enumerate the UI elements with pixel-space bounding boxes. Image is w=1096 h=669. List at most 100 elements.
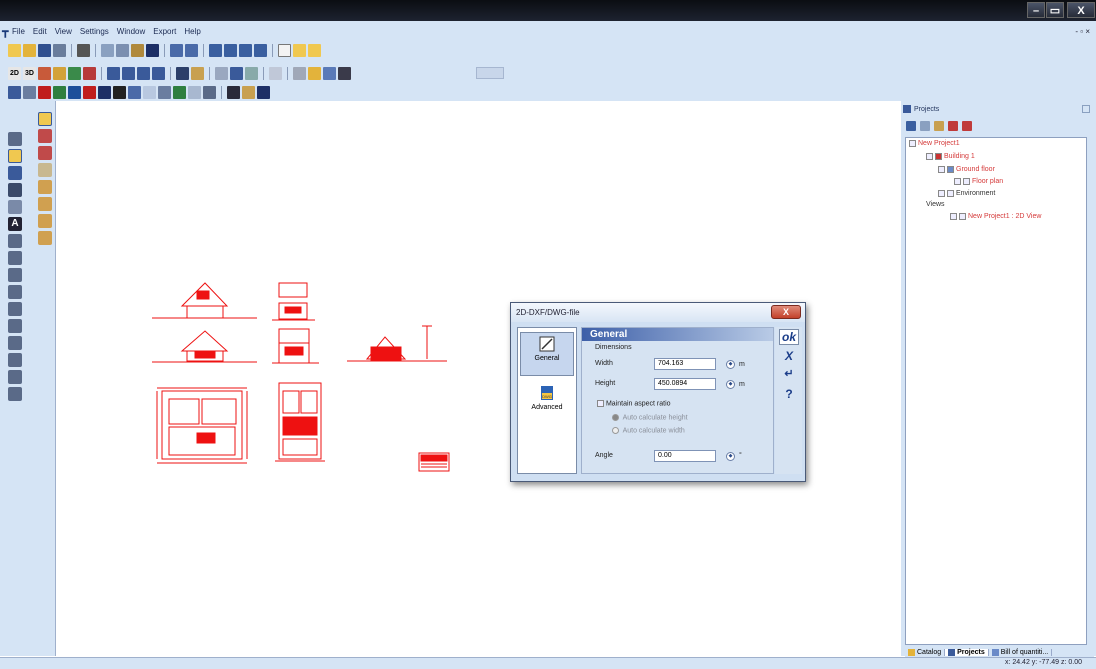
- auto-width-radio[interactable]: Auto calculate width: [612, 427, 685, 434]
- texture-icon[interactable]: [245, 66, 258, 80]
- angle-spinner-icon[interactable]: ◆: [726, 452, 735, 461]
- checkbox-icon[interactable]: [926, 153, 933, 160]
- restore-button[interactable]: ▭: [1046, 2, 1064, 18]
- zoom-icon[interactable]: [209, 43, 222, 57]
- list-icon[interactable]: [128, 85, 141, 99]
- curve-tool-icon[interactable]: [8, 268, 22, 282]
- width-spinner-icon[interactable]: ◆: [726, 360, 735, 369]
- pin-icon[interactable]: [1082, 105, 1090, 113]
- checkbox-icon[interactable]: [954, 178, 961, 185]
- cut-icon[interactable]: [101, 43, 114, 57]
- plant-icon[interactable]: [68, 66, 81, 80]
- menu-view[interactable]: View: [55, 27, 72, 36]
- print-preview-icon[interactable]: [338, 66, 351, 80]
- tab-bill-of-quantities[interactable]: Bill of quantiti...: [989, 648, 1053, 656]
- cross-icon[interactable]: [227, 85, 240, 99]
- sphere-icon[interactable]: [98, 85, 111, 99]
- tree-node-environment[interactable]: Environment: [938, 190, 995, 197]
- tree-node-floor-plan[interactable]: Floor plan: [954, 178, 1003, 185]
- floor-tool-icon[interactable]: [8, 353, 22, 367]
- help-button[interactable]: ?: [779, 387, 799, 401]
- column-tool-icon[interactable]: [8, 285, 22, 299]
- tree-node-project[interactable]: New Project1: [909, 140, 960, 147]
- object-icon[interactable]: [53, 66, 66, 80]
- checkbox-icon[interactable]: [938, 190, 945, 197]
- room-tool-icon[interactable]: [8, 319, 22, 333]
- paste-icon[interactable]: [131, 43, 144, 57]
- apply-button[interactable]: ↵: [779, 367, 799, 380]
- snap-tool-icon[interactable]: [8, 183, 22, 197]
- select-tool-icon[interactable]: [8, 149, 22, 163]
- copy-tool-icon[interactable]: [38, 214, 52, 228]
- frame-icon[interactable]: [152, 66, 165, 80]
- properties-icon[interactable]: [920, 121, 930, 131]
- tree-icon[interactable]: [53, 85, 66, 99]
- target-icon[interactable]: [83, 85, 96, 99]
- zoom-in-icon[interactable]: [224, 43, 237, 57]
- expand-icon[interactable]: [909, 140, 916, 147]
- settings-icon[interactable]: [293, 66, 306, 80]
- camera-icon[interactable]: [176, 66, 189, 80]
- insert-tool-icon[interactable]: [38, 129, 52, 143]
- table-icon[interactable]: [23, 85, 36, 99]
- text-tool-icon[interactable]: A: [8, 217, 22, 231]
- catalog-tool-icon[interactable]: [38, 163, 52, 177]
- save-all-icon[interactable]: [53, 43, 66, 57]
- sidebar-item-advanced[interactable]: DWG Advanced: [520, 382, 574, 411]
- wall-icon[interactable]: [8, 85, 21, 99]
- pointer-tool-icon[interactable]: [38, 112, 52, 126]
- paint-icon[interactable]: [308, 66, 321, 80]
- ungroup-tool-icon[interactable]: [38, 197, 52, 211]
- label-icon[interactable]: [203, 85, 216, 99]
- menu-window[interactable]: Window: [117, 27, 145, 36]
- render-icon[interactable]: [38, 66, 51, 80]
- ceiling-tool-icon[interactable]: [8, 370, 22, 384]
- tree-node-ground-floor[interactable]: Ground floor: [938, 166, 995, 173]
- delete-icon[interactable]: [146, 43, 159, 57]
- line-tool-icon[interactable]: [8, 166, 22, 180]
- light-icon[interactable]: [191, 66, 204, 80]
- height-field[interactable]: 450.0894: [654, 378, 716, 390]
- mirror-tool-icon[interactable]: [38, 231, 52, 245]
- cancel-button[interactable]: X: [779, 349, 799, 363]
- tab-projects[interactable]: Projects: [945, 648, 989, 656]
- tree-node-2d-view[interactable]: New Project1 : 2D View: [950, 213, 1041, 220]
- help-icon[interactable]: [278, 43, 291, 57]
- dialog-close-button[interactable]: X: [771, 305, 801, 319]
- copy-icon[interactable]: [116, 43, 129, 57]
- tree-node-views[interactable]: Views: [926, 201, 945, 208]
- text-icon[interactable]: [158, 85, 171, 99]
- close-button[interactable]: X: [1067, 2, 1095, 18]
- frame-view-icon[interactable]: [269, 66, 282, 80]
- opening-tool-icon[interactable]: [8, 336, 22, 350]
- stairs-tool-icon[interactable]: [8, 234, 22, 248]
- group-tool-icon[interactable]: [38, 180, 52, 194]
- tools-icon[interactable]: [323, 66, 336, 80]
- layer-icon[interactable]: [215, 66, 228, 80]
- new-icon[interactable]: [8, 43, 21, 57]
- delete-item-icon[interactable]: [948, 121, 958, 131]
- section-icon[interactable]: [137, 66, 150, 80]
- remove-icon[interactable]: [257, 85, 270, 99]
- open-icon[interactable]: [23, 43, 36, 57]
- measure-icon[interactable]: [143, 85, 156, 99]
- maintain-aspect-checkbox[interactable]: Maintain aspect ratio: [597, 400, 671, 407]
- search-icon[interactable]: [476, 67, 504, 79]
- gear-icon[interactable]: [113, 85, 126, 99]
- checkbox-icon[interactable]: [938, 166, 945, 173]
- move-icon[interactable]: [242, 85, 255, 99]
- redo-icon[interactable]: [185, 43, 198, 57]
- height-spinner-icon[interactable]: ◆: [726, 380, 735, 389]
- zoom-all-icon[interactable]: [254, 43, 267, 57]
- hatch-icon[interactable]: [188, 85, 201, 99]
- menu-edit[interactable]: Edit: [33, 27, 47, 36]
- dimension-tool-icon[interactable]: [8, 200, 22, 214]
- menu-settings[interactable]: Settings: [80, 27, 109, 36]
- ok-button[interactable]: ok: [779, 329, 799, 345]
- sidebar-item-general[interactable]: General: [520, 332, 574, 376]
- material-icon[interactable]: [230, 66, 243, 80]
- print-icon[interactable]: [77, 43, 90, 57]
- save-icon[interactable]: [38, 43, 51, 57]
- window-tool-icon[interactable]: [8, 302, 22, 316]
- grid-icon[interactable]: [83, 66, 96, 80]
